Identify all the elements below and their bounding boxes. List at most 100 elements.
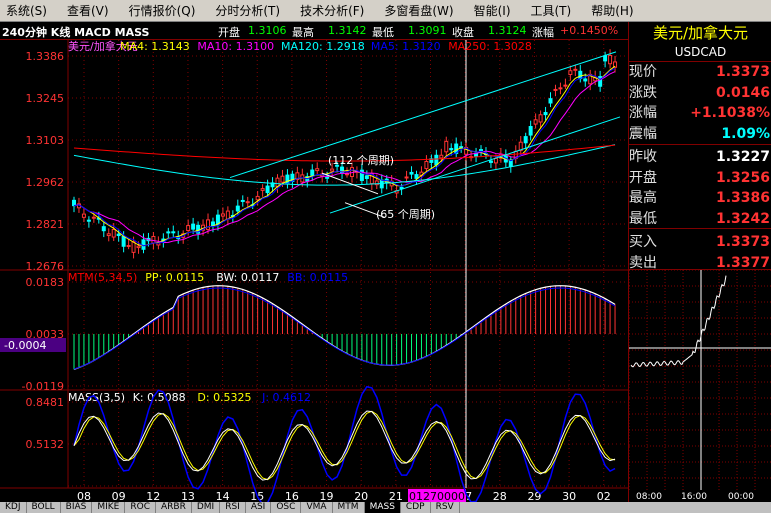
menu-help[interactable]: 帮助(H) <box>585 2 639 19</box>
x-tick-label: 16 <box>285 490 299 502</box>
candle-body <box>444 140 449 153</box>
candle-body <box>493 157 498 164</box>
cursor-value-label: -0.0004 <box>4 339 46 352</box>
menu-view[interactable]: 查看(V) <box>61 2 115 19</box>
candle-body <box>399 186 404 190</box>
ohlc-info-bar: 240分钟 K线 MACD MASS 开盘 1.3106 最高 1.3142 最… <box>0 22 628 40</box>
candle-body <box>404 176 409 179</box>
candle-body <box>245 201 250 204</box>
tab-rsv[interactable]: RSV <box>431 502 460 513</box>
main-legend-5: MA250: 1.3028 <box>448 40 532 53</box>
candle-body <box>434 154 439 166</box>
tab-boll[interactable]: BOLL <box>27 502 61 513</box>
candle-body <box>608 54 613 65</box>
tab-osc[interactable]: OSC <box>271 502 302 513</box>
y-tick-label: 1.2676 <box>26 260 65 273</box>
y-tick-label: 0.0183 <box>26 276 65 289</box>
change-value: +0.1450% <box>560 24 619 37</box>
quote-row: 最低 1.3242 <box>629 209 771 229</box>
high-value: 1.3142 <box>328 24 367 37</box>
candle-body <box>548 98 553 104</box>
quote-label: 震幅 <box>629 125 657 142</box>
tab-roc[interactable]: ROC <box>125 502 156 513</box>
mass-legend-0: MASS(3,5) <box>68 391 125 404</box>
candle-body <box>414 174 419 179</box>
candle-body <box>235 205 240 212</box>
tab-mass[interactable]: MASS <box>364 502 401 513</box>
menu-quotes[interactable]: 行情报价(Q) <box>123 2 202 19</box>
tab-vma[interactable]: VMA <box>301 502 333 513</box>
annotation-112: (112 个周期) <box>328 154 394 167</box>
x-tick-label: 12 <box>146 490 160 502</box>
menu-system[interactable]: 系统(S) <box>0 2 53 19</box>
menu-multiwindow[interactable]: 多窗看盘(W) <box>378 2 459 19</box>
menu-smart[interactable]: 智能(I) <box>468 2 517 19</box>
y-tick-label: -0.0119 <box>22 380 64 393</box>
tab-kdj[interactable]: KDJ <box>0 502 27 513</box>
candle-body <box>488 160 493 163</box>
menu-intraday[interactable]: 分时分析(T) <box>209 2 286 19</box>
high-label: 最高 <box>292 26 314 39</box>
main-legend-4: MA5: 1.3120 <box>371 40 441 53</box>
candle-body <box>220 213 225 217</box>
x-tick-label: 30 <box>562 490 576 502</box>
mini-x-label: 08:00 <box>636 492 662 502</box>
menu-bar: 系统(S) 查看(V) 行情报价(Q) 分时分析(T) 技术分析(F) 多窗看盘… <box>0 0 771 22</box>
candle-body <box>265 185 270 194</box>
x-tick-label: 14 <box>216 490 230 502</box>
intraday-mini-chart[interactable]: 08:00 16:00 00:00 <box>629 270 771 502</box>
mini-x-label: 16:00 <box>681 492 707 502</box>
quote-value: 1.3386 <box>715 190 770 206</box>
y-tick-label: 1.3245 <box>26 92 65 105</box>
tab-mtm[interactable]: MTM <box>333 502 365 513</box>
tab-dmi[interactable]: DMI <box>192 502 221 513</box>
tab-rsi[interactable]: RSI <box>220 502 246 513</box>
candle-body <box>573 68 578 71</box>
candle-body <box>91 216 96 219</box>
menu-technical[interactable]: 技术分析(F) <box>294 2 370 19</box>
quote-row: 现价 1.3373 <box>629 62 771 82</box>
candle-body <box>116 233 121 236</box>
quote-value: 1.3227 <box>715 149 770 165</box>
candle-body <box>136 245 141 249</box>
x-tick-label: 28 <box>493 490 507 502</box>
tab-mike[interactable]: MIKE <box>92 502 126 513</box>
quote-label: 最低 <box>629 210 657 227</box>
candle-body <box>439 154 444 159</box>
candle-body <box>325 176 330 179</box>
quote-label: 开盘 <box>629 169 657 186</box>
quote-label: 涨跌 <box>629 84 657 101</box>
tab-cdp[interactable]: CDP <box>401 502 431 513</box>
candle-body <box>81 213 86 218</box>
mass-legend-3: J: 0.4612 <box>261 391 311 404</box>
menu-tools[interactable]: 工具(T) <box>525 2 578 19</box>
candle-body <box>86 219 91 222</box>
quote-label: 昨收 <box>629 149 657 165</box>
candle-body <box>364 175 369 179</box>
symbol-name: 美元/加拿大元 <box>652 24 749 42</box>
chart-title: 240分钟 K线 MACD MASS <box>2 26 150 39</box>
candle-body <box>424 160 429 170</box>
bb-line <box>73 287 616 370</box>
x-tick-label: 21 <box>389 490 403 502</box>
candle-body <box>553 88 558 91</box>
mtm-bars <box>73 285 616 370</box>
low-label: 最低 <box>372 26 394 39</box>
mini-x-label: 00:00 <box>728 492 754 502</box>
tab-arbr[interactable]: ARBR <box>156 502 192 513</box>
quote-label: 涨幅 <box>629 105 657 121</box>
tab-bias[interactable]: BIAS <box>61 502 93 513</box>
candle-body <box>558 87 563 90</box>
chart-area[interactable]: 1.3386 1.3245 1.3103 1.2962 1.2821 1.2676 0.01… <box>0 40 628 502</box>
candle-body <box>528 126 533 136</box>
candle-body <box>255 195 260 201</box>
y-tick-label: 1.3386 <box>26 50 65 63</box>
y-tick-label: 0.8481 <box>26 396 65 409</box>
candle-body <box>126 244 131 247</box>
tab-asi[interactable]: ASI <box>246 502 272 513</box>
candle-body <box>538 114 543 123</box>
quote-row: 开盘 1.3256 <box>629 168 771 188</box>
quote-row: 涨幅 +1.1038% <box>629 103 771 123</box>
main-legend-1: MA4: 1.3143 <box>120 40 190 53</box>
x-cursor-label: 01270000 <box>409 490 465 502</box>
